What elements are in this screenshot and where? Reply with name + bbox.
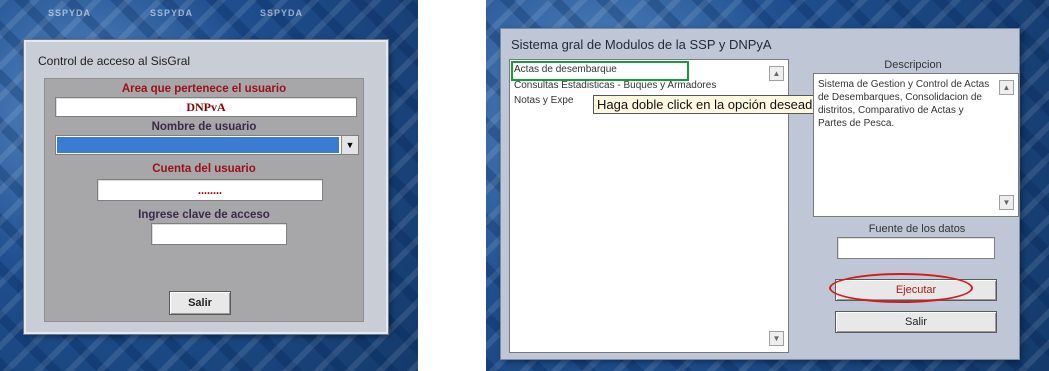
execute-highlight-ellipse	[829, 273, 973, 303]
scroll-down-icon[interactable]: ▼	[769, 331, 784, 346]
description-label: Descripcion	[884, 59, 942, 71]
description-box: Sistema de Gestion y Control de Actas de…	[813, 73, 1019, 217]
list-item[interactable]: Consultas Estadisticas - Buques y Armado…	[514, 80, 716, 91]
source-field[interactable]	[837, 237, 995, 259]
modules-window-title: Sistema gral de Modulos de la SSP y DNPy…	[511, 37, 772, 52]
scroll-up-icon[interactable]: ▲	[999, 80, 1014, 95]
tooltip: Haga doble click en la opción deseada	[593, 95, 824, 114]
modules-window: Sistema gral de Modulos de la SSP y DNPy…	[500, 28, 1020, 360]
exit-button[interactable]: Salir	[169, 291, 231, 315]
username-selected-value	[57, 137, 339, 153]
background-logo-text: SSPYDA	[150, 8, 194, 18]
username-dropdown[interactable]: ▼	[55, 135, 359, 155]
password-label: Ingrese clave de acceso	[138, 209, 270, 221]
account-label: Cuenta del usuario	[152, 163, 256, 175]
password-field[interactable]	[151, 223, 287, 245]
area-label: Area que pertenece el usuario	[121, 83, 287, 95]
description-text: Sistema de Gestion y Control de Actas de…	[818, 79, 990, 129]
scroll-up-icon[interactable]: ▲	[769, 66, 784, 81]
username-label: Nombre de usuario	[151, 121, 257, 133]
chevron-down-icon[interactable]: ▼	[341, 136, 358, 154]
login-form-area: Area que pertenece el usuario DNPvA Nomb…	[44, 78, 364, 322]
account-field[interactable]: ........	[97, 179, 323, 201]
selection-highlight-box	[511, 61, 689, 81]
background-logo-text: SSPYDA	[48, 8, 92, 18]
list-item[interactable]: Notas y Expe	[514, 95, 573, 106]
login-dialog: Control de acceso al SisGral Area que pe…	[24, 40, 388, 334]
scroll-down-icon[interactable]: ▼	[999, 195, 1014, 210]
modules-window-background: Sistema gral de Modulos de la SSP y DNPy…	[486, 0, 1049, 371]
login-dialog-title: Control de acceso al SisGral	[38, 54, 191, 68]
source-label: Fuente de los datos	[868, 223, 966, 235]
exit-button[interactable]: Salir	[835, 311, 997, 333]
background-logo-text: SSPYDA	[260, 8, 304, 18]
area-field[interactable]: DNPvA	[55, 97, 357, 117]
login-window-background: SSPYDA SSPYDA SSPYDA Control de acceso a…	[0, 0, 418, 371]
